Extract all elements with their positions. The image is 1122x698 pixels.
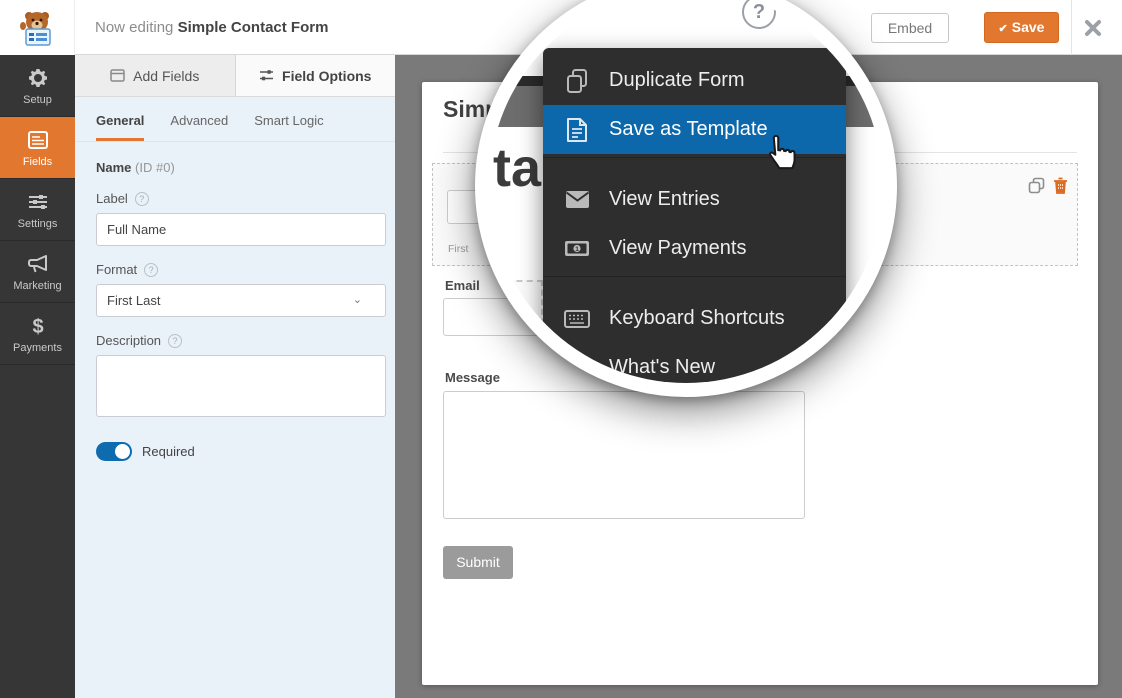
builder-sidebar: Setup Fields Settings Marketing $ Paymen… [0, 55, 75, 698]
description-textarea[interactable] [96, 355, 386, 417]
tab-add-fields[interactable]: Add Fields [75, 55, 236, 96]
menu-item-keyboard-shortcuts[interactable]: Keyboard Shortcuts [543, 294, 846, 343]
email-field-label: Email [445, 278, 480, 293]
add-fields-icon [110, 69, 125, 82]
cursor-hand-icon [761, 135, 797, 175]
entries-icon [565, 190, 590, 209]
subtab-advanced[interactable]: Advanced [170, 113, 228, 141]
menu-item-save-as-template[interactable]: Save as Template [543, 105, 846, 154]
label-input[interactable] [96, 213, 386, 246]
view-payments-icon: 1 [564, 240, 590, 257]
bullhorn-icon [565, 357, 589, 379]
help-icon[interactable]: ? [168, 334, 182, 348]
menu-divider [543, 276, 846, 294]
check-icon: ✔ [999, 23, 1008, 35]
sidebar-item-fields[interactable]: Fields [0, 117, 75, 179]
svg-text:1: 1 [575, 246, 579, 253]
builder-dropdown-menu: Duplicate Form Save as Template View Ent… [543, 48, 846, 397]
form-name: Simple Contact Form [178, 19, 329, 36]
delete-field-icon[interactable] [1053, 177, 1068, 194]
preview-submit-button: Submit [443, 546, 513, 579]
magnifier-circle: tact ? Duplicate Form Save as Templat [475, 0, 897, 397]
tab-field-options[interactable]: Field Options [236, 55, 396, 96]
close-icon [1083, 18, 1103, 38]
megaphone-icon [26, 252, 50, 276]
duplicate-icon [565, 68, 589, 94]
message-textarea [443, 391, 805, 519]
dollar-icon: $ [26, 314, 50, 338]
form-fields-icon [26, 128, 50, 152]
sliders-icon [26, 190, 50, 214]
builder-menu-button[interactable] [803, 0, 832, 28]
field-options-panel: Add Fields Field Options General Advance… [75, 55, 395, 698]
sidebar-item-settings[interactable]: Settings [0, 179, 75, 241]
duplicate-field-icon[interactable] [1028, 177, 1045, 194]
required-label: Required [142, 444, 195, 459]
required-toggle[interactable] [96, 442, 132, 461]
chevron-down-icon: ⌄ [353, 293, 362, 306]
gear-icon [26, 66, 50, 90]
sidebar-item-marketing[interactable]: Marketing [0, 241, 75, 303]
toolbar-divider [1071, 0, 1072, 55]
menu-item-view-entries[interactable]: View Entries [543, 175, 846, 224]
help-icon[interactable]: ? [144, 263, 158, 277]
save-template-icon [566, 117, 588, 143]
help-icon[interactable]: ? [135, 192, 149, 206]
now-editing-text: Now editing Simple Contact Form [95, 0, 328, 55]
wpforms-bear-icon [17, 8, 57, 48]
panel-tabs: Add Fields Field Options [75, 55, 395, 97]
label-option-label: Label? [96, 191, 374, 206]
menu-divider [543, 157, 846, 175]
first-sublabel: First [448, 243, 468, 255]
subtab-smart-logic[interactable]: Smart Logic [254, 113, 323, 141]
menu-item-duplicate-form[interactable]: Duplicate Form [543, 56, 846, 105]
help-button[interactable]: ? [742, 0, 776, 29]
sidebar-item-payments[interactable]: $ Payments [0, 303, 75, 365]
format-option-label: Format? [96, 262, 374, 277]
option-subtabs: General Advanced Smart Logic [75, 97, 395, 142]
description-option-label: Description? [96, 333, 374, 348]
sidebar-item-setup[interactable]: Setup [0, 55, 75, 117]
svg-text:$: $ [32, 316, 43, 338]
field-options-icon [259, 69, 274, 82]
save-button[interactable]: ✔Save [984, 12, 1059, 43]
subtab-general[interactable]: General [96, 113, 144, 141]
menu-item-view-payments[interactable]: 1 View Payments [543, 224, 846, 273]
close-builder-button[interactable] [1083, 18, 1103, 38]
keyboard-icon [564, 310, 590, 328]
format-select[interactable]: ⌄ [96, 284, 374, 333]
embed-button[interactable]: Embed [871, 13, 949, 43]
wpforms-logo [0, 0, 75, 55]
field-heading: Name (ID #0) [96, 160, 374, 175]
